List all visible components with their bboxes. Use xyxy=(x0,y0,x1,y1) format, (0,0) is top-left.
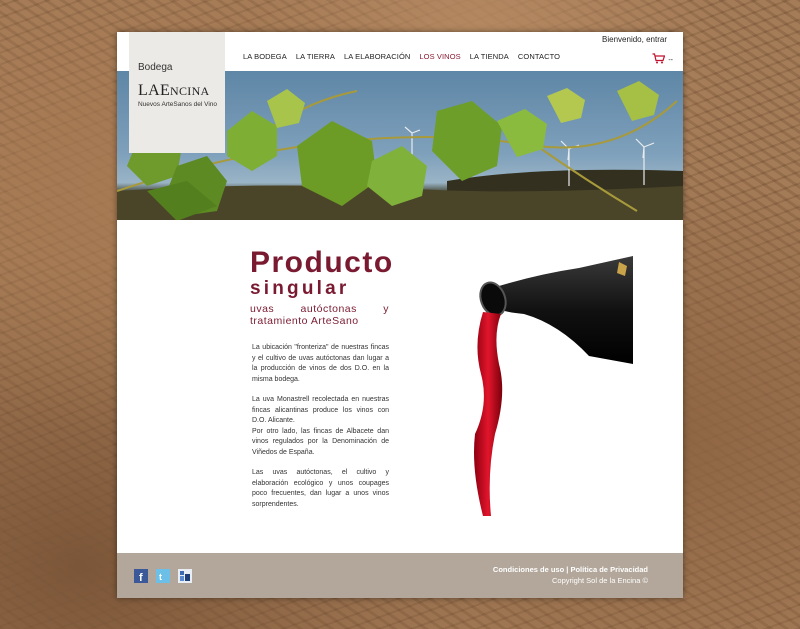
nav-item-los-vinos[interactable]: LOS VINOS xyxy=(419,52,460,61)
logo-tagline: Nuevos ArteSanos del Vino xyxy=(138,101,218,108)
login-link[interactable]: entrar xyxy=(646,35,667,44)
nav-item-la-bodega[interactable]: LA BODEGA xyxy=(243,52,287,61)
main-nav: LA BODEGA LA TIERRA LA ELABORACIÓN LOS V… xyxy=(243,52,560,61)
nav-item-contacto[interactable]: CONTACTO xyxy=(518,52,560,61)
cart-button[interactable]: -- xyxy=(652,51,673,69)
paragraph-2a: La uva Monastrell recolectada en nuestra… xyxy=(252,396,389,424)
title-producto: Producto xyxy=(250,246,394,279)
nav-item-la-tierra[interactable]: LA TIERRA xyxy=(296,52,335,61)
share-icon[interactable] xyxy=(178,569,192,583)
welcome-message: Bienvenido, entrar xyxy=(602,35,667,44)
footer: f t Condiciones de uso | Política de Pri… xyxy=(117,553,683,598)
nav-item-la-tienda[interactable]: LA TIENDA xyxy=(470,52,509,61)
social-links: f t xyxy=(134,569,192,583)
svg-text:t: t xyxy=(159,572,162,582)
logo-brand-ncina: NCINA xyxy=(170,84,210,98)
brand-logo[interactable]: Bodega LAENCINA Nuevos ArteSanos del Vin… xyxy=(129,32,225,153)
subtitle: uvas autóctonas y tratamiento ArteSano xyxy=(250,303,389,327)
footer-links: Condiciones de uso | Política de Privaci… xyxy=(493,565,648,585)
logo-brand-la: LA xyxy=(138,82,160,99)
cart-count: -- xyxy=(668,56,673,64)
privacy-link[interactable]: Política de Privacidad xyxy=(570,565,648,574)
twitter-icon[interactable]: t xyxy=(156,569,170,583)
footer-separator: | xyxy=(566,565,569,574)
cart-icon xyxy=(652,51,666,69)
logo-brand: LAENCINA xyxy=(138,82,210,100)
logo-brand-e: E xyxy=(159,82,171,99)
page-container: Bienvenido, entrar LA BODEGA LA TIERRA L… xyxy=(117,32,683,598)
welcome-text: Bienvenido, xyxy=(602,35,644,44)
content-text: La ubicación "fronteriza" de nuestras fi… xyxy=(252,343,389,520)
facebook-icon[interactable]: f xyxy=(134,569,148,583)
paragraph-2: La uva Monastrell recolectada en nuestra… xyxy=(252,395,389,458)
paragraph-2b: Por otro lado, las fincas de Albacete da… xyxy=(252,427,389,456)
wine-pouring-image xyxy=(469,254,633,523)
paragraph-1: La ubicación "fronteriza" de nuestras fi… xyxy=(252,344,389,383)
terms-link[interactable]: Condiciones de uso xyxy=(493,565,564,574)
content-heading: Producto singular uvas autóctonas y trat… xyxy=(250,246,394,328)
nav-item-la-elaboracion[interactable]: LA ELABORACIÓN xyxy=(344,52,410,61)
paragraph-3: Las uvas autóctonas, el cultivo y elabor… xyxy=(252,469,389,508)
logo-bodega: Bodega xyxy=(138,62,173,73)
svg-text:f: f xyxy=(139,572,143,583)
copyright: Copyright Sol de la Encina © xyxy=(552,576,648,585)
title-singular: singular xyxy=(250,278,350,299)
